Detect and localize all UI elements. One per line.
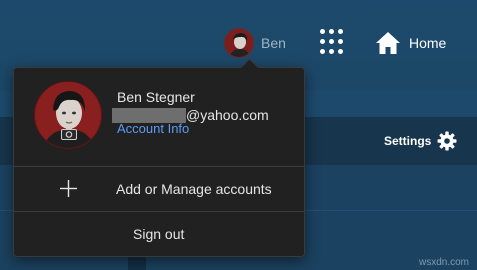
watermark: wsxdn.com <box>418 257 469 268</box>
plus-icon <box>60 180 77 197</box>
add-manage-accounts-label: Add or Manage accounts <box>116 181 272 197</box>
account-name: Ben Stegner <box>117 89 195 105</box>
add-manage-accounts-button[interactable]: Add or Manage accounts <box>14 167 304 211</box>
settings-label: Settings <box>384 134 432 148</box>
camera-icon[interactable] <box>61 127 77 140</box>
header-user-name: Ben <box>261 35 286 51</box>
sign-out-button[interactable]: Sign out <box>14 212 304 256</box>
home-icon <box>376 32 400 54</box>
apps-grid-icon[interactable] <box>320 29 346 55</box>
account-info-link[interactable]: Account Info <box>117 121 189 136</box>
sign-out-label: Sign out <box>133 226 185 242</box>
settings-button[interactable]: Settings <box>384 131 457 151</box>
account-card: Ben Stegner @yahoo.com Account Info <box>14 68 304 166</box>
header-account-button[interactable]: Ben <box>224 27 286 59</box>
account-dropdown: Ben Stegner @yahoo.com Account Info Add … <box>13 67 305 257</box>
email-domain: @yahoo.com <box>186 107 269 123</box>
home-link[interactable]: Home <box>375 29 446 57</box>
home-label: Home <box>409 35 447 51</box>
gear-icon <box>437 131 457 151</box>
header-avatar <box>224 28 254 58</box>
